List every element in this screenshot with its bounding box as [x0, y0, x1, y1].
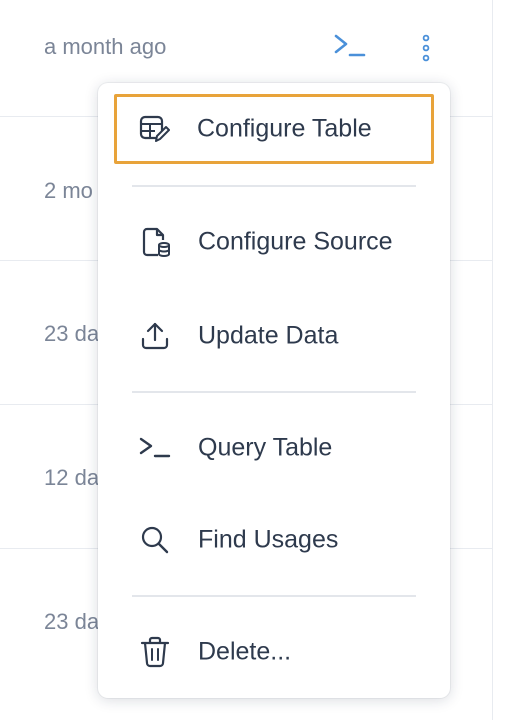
upload-icon	[138, 319, 172, 353]
menu-divider	[132, 185, 416, 187]
more-vertical-icon[interactable]	[419, 33, 433, 65]
menu-item-configure-table[interactable]: Configure Table	[114, 94, 434, 164]
menu-divider	[132, 595, 416, 597]
menu-item-label: Update Data	[198, 321, 339, 350]
row-timestamp: 2 mo	[44, 178, 93, 203]
row-timestamp: a month ago	[44, 34, 167, 59]
menu-item-label: Find Usages	[198, 525, 339, 554]
row-timestamp: 12 da	[44, 465, 100, 490]
row-timestamp: 23 da	[44, 609, 100, 634]
menu-item-delete[interactable]: Delete...	[116, 620, 432, 684]
table-edit-icon	[137, 112, 171, 146]
menu-divider	[132, 391, 416, 393]
menu-item-find-usages[interactable]: Find Usages	[116, 508, 432, 572]
menu-item-label: Configure Source	[198, 227, 393, 256]
terminal-icon[interactable]	[333, 33, 367, 59]
terminal-icon	[138, 431, 172, 465]
menu-item-label: Delete...	[198, 637, 292, 666]
trash-icon	[138, 635, 172, 669]
menu-item-label: Configure Table	[197, 114, 372, 143]
menu-item-query-table[interactable]: Query Table	[116, 416, 432, 480]
menu-item-update-data[interactable]: Update Data	[116, 304, 432, 368]
row-timestamp: 23 da	[44, 321, 100, 346]
file-database-icon	[138, 225, 172, 259]
table-actions-menu: Configure Table Configure Source Update …	[98, 83, 450, 698]
panel-divider	[492, 0, 493, 720]
menu-item-configure-source[interactable]: Configure Source	[116, 210, 432, 274]
search-icon	[138, 523, 172, 557]
menu-item-label: Query Table	[198, 433, 333, 462]
